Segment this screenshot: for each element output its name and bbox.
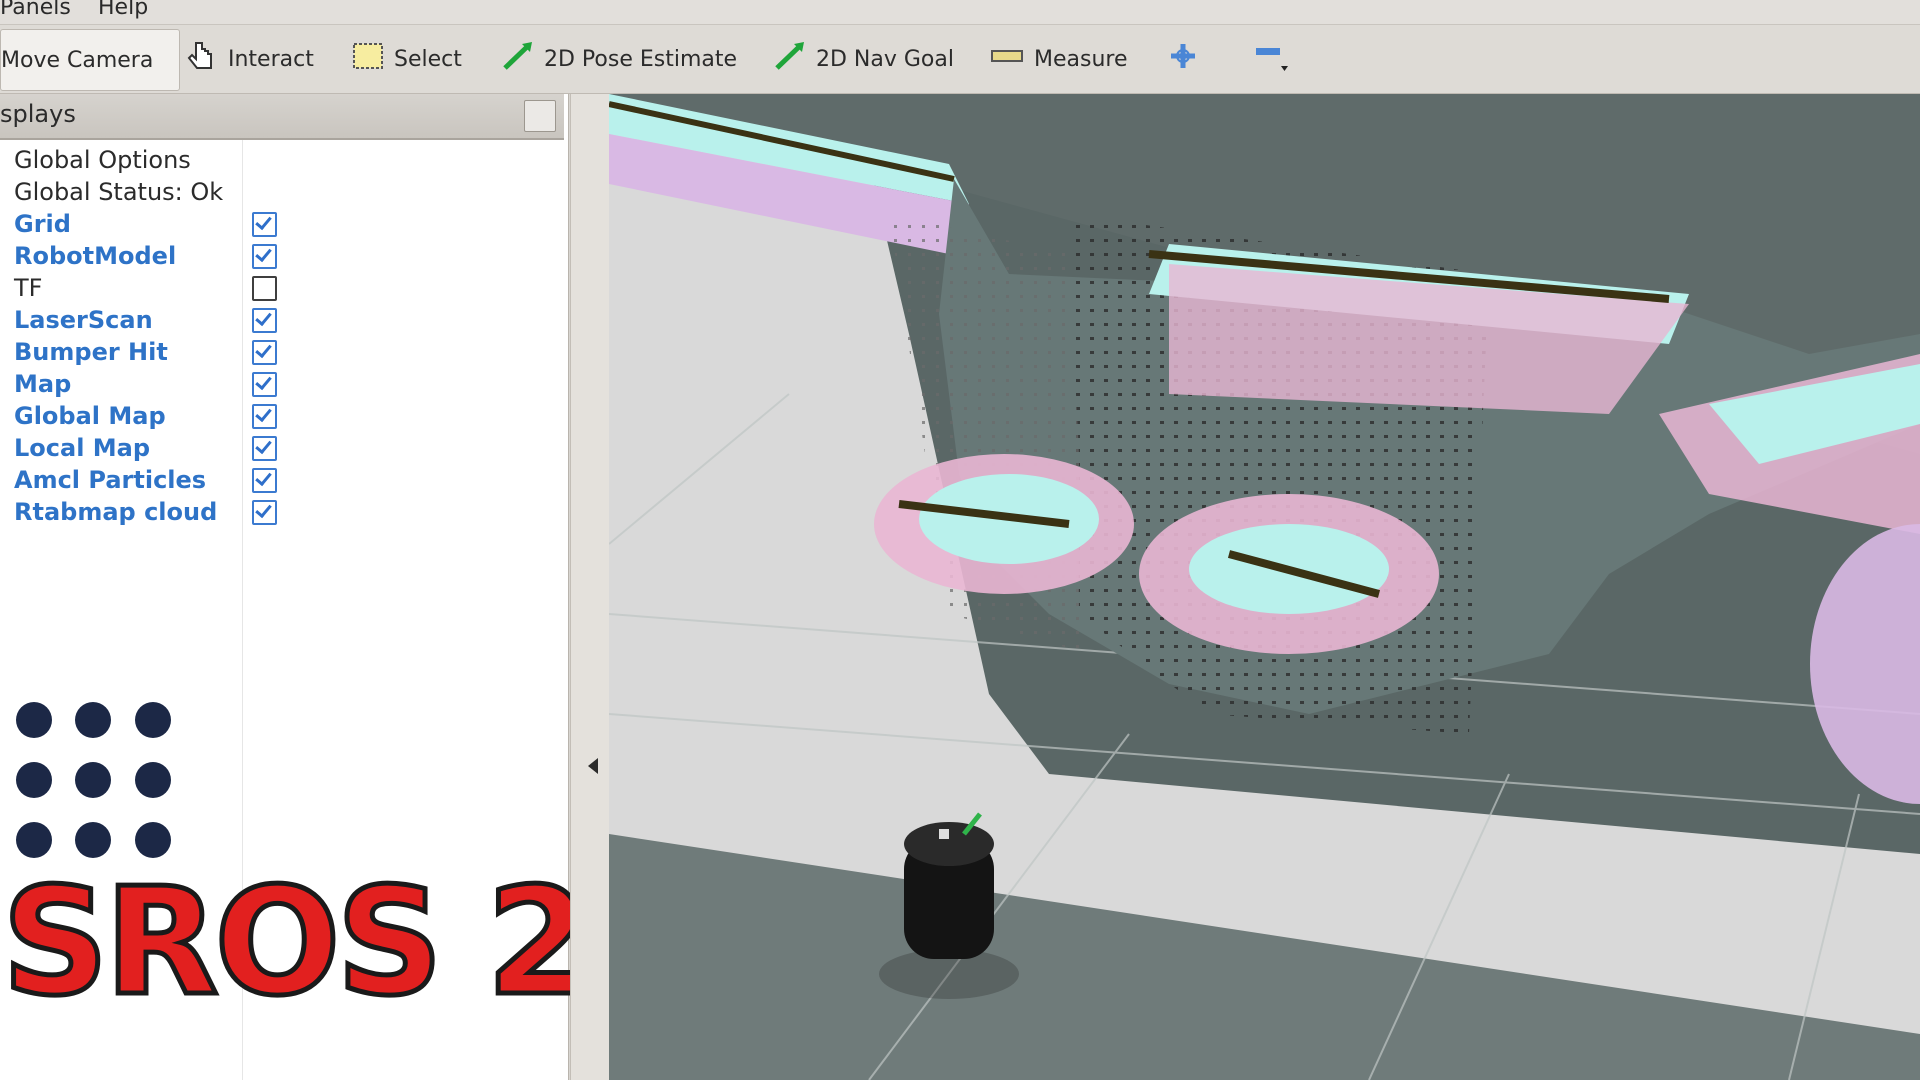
green-arrow-icon <box>502 41 534 77</box>
select-label: Select <box>394 46 462 72</box>
tree-item-laserscan[interactable]: LaserScan <box>14 306 153 336</box>
hand-pointer-icon <box>186 39 218 79</box>
logo-dot <box>135 822 171 858</box>
measure-label: Measure <box>1034 46 1128 72</box>
tree-item-global-status[interactable]: Global Status: Ok <box>14 178 223 208</box>
collapse-panel-arrow-icon[interactable] <box>588 758 598 774</box>
local-map-checkbox[interactable] <box>252 436 277 461</box>
logo-dot <box>75 762 111 798</box>
logo-dot <box>16 762 52 798</box>
tree-item-robotmodel[interactable]: RobotModel <box>14 242 176 272</box>
tree-item-bumper-hit[interactable]: Bumper Hit <box>14 338 168 368</box>
tree-item-map[interactable]: Map <box>14 370 71 400</box>
tree-item-grid[interactable]: Grid <box>14 210 71 240</box>
plus-crosshair-icon <box>1168 41 1198 77</box>
logo-dot <box>75 702 111 738</box>
select-tool[interactable]: Select <box>352 25 462 93</box>
bumper-hit-checkbox[interactable] <box>252 340 277 365</box>
nav-goal-tool[interactable]: 2D Nav Goal <box>774 25 954 93</box>
tree-item-rtabmap-cloud[interactable]: Rtabmap cloud <box>14 498 217 528</box>
tf-checkbox[interactable] <box>252 276 277 301</box>
panel-splitter[interactable] <box>570 94 610 1080</box>
add-tool-button[interactable] <box>1168 25 1208 93</box>
pose-estimate-tool[interactable]: 2D Pose Estimate <box>502 25 737 93</box>
panel-close-button[interactable] <box>524 100 556 132</box>
global-map-checkbox[interactable] <box>252 404 277 429</box>
select-box-icon <box>352 41 384 77</box>
logo-dot <box>135 762 171 798</box>
robotmodel-checkbox[interactable] <box>252 244 277 269</box>
pose-estimate-label: 2D Pose Estimate <box>544 46 738 72</box>
logo-dot <box>135 702 171 738</box>
tree-item-tf[interactable]: TF <box>14 274 42 304</box>
3d-render-viewport[interactable] <box>609 94 1920 1080</box>
tree-item-local-map[interactable]: Local Map <box>14 434 150 464</box>
measure-tool[interactable]: Measure <box>990 25 1128 93</box>
tree-item-global-map[interactable]: Global Map <box>14 402 166 432</box>
viewport-scene <box>609 94 1920 1080</box>
nav-goal-label: 2D Nav Goal <box>816 46 954 72</box>
map-checkbox[interactable] <box>252 372 277 397</box>
laserscan-checkbox[interactable] <box>252 308 277 333</box>
remove-tool-button[interactable] <box>1254 25 1300 93</box>
logo-dot <box>75 822 111 858</box>
rtabmap-cloud-checkbox[interactable] <box>252 500 277 525</box>
interact-tool[interactable]: Interact <box>186 25 314 93</box>
panel-title: splays <box>0 100 76 128</box>
grid-checkbox[interactable] <box>252 212 277 237</box>
green-arrow-icon <box>774 41 806 77</box>
tree-item-global-options[interactable]: Global Options <box>14 146 191 176</box>
minus-icon <box>1254 36 1290 82</box>
toolbar: Move Camera Interact Select 2D Pose Esti… <box>0 25 1920 94</box>
logo-dot <box>16 822 52 858</box>
menu-help[interactable]: Help <box>98 0 148 20</box>
panel-header: splays <box>0 94 564 140</box>
menu-panels[interactable]: Panels <box>0 0 71 20</box>
amcl-particles-checkbox[interactable] <box>252 468 277 493</box>
sros2-logo-text: SROS 2 <box>0 856 592 1028</box>
interact-label: Interact <box>228 46 314 72</box>
ruler-icon <box>990 46 1024 72</box>
right-edge-costmap <box>1810 524 1920 804</box>
tree-item-amcl-particles[interactable]: Amcl Particles <box>14 466 206 496</box>
move-camera-label: Move Camera <box>1 47 154 73</box>
move-camera-tool[interactable]: Move Camera <box>0 29 181 91</box>
logo-dots <box>16 702 176 862</box>
menu-bar: Panels Help <box>0 0 1920 25</box>
logo-dot <box>16 702 52 738</box>
